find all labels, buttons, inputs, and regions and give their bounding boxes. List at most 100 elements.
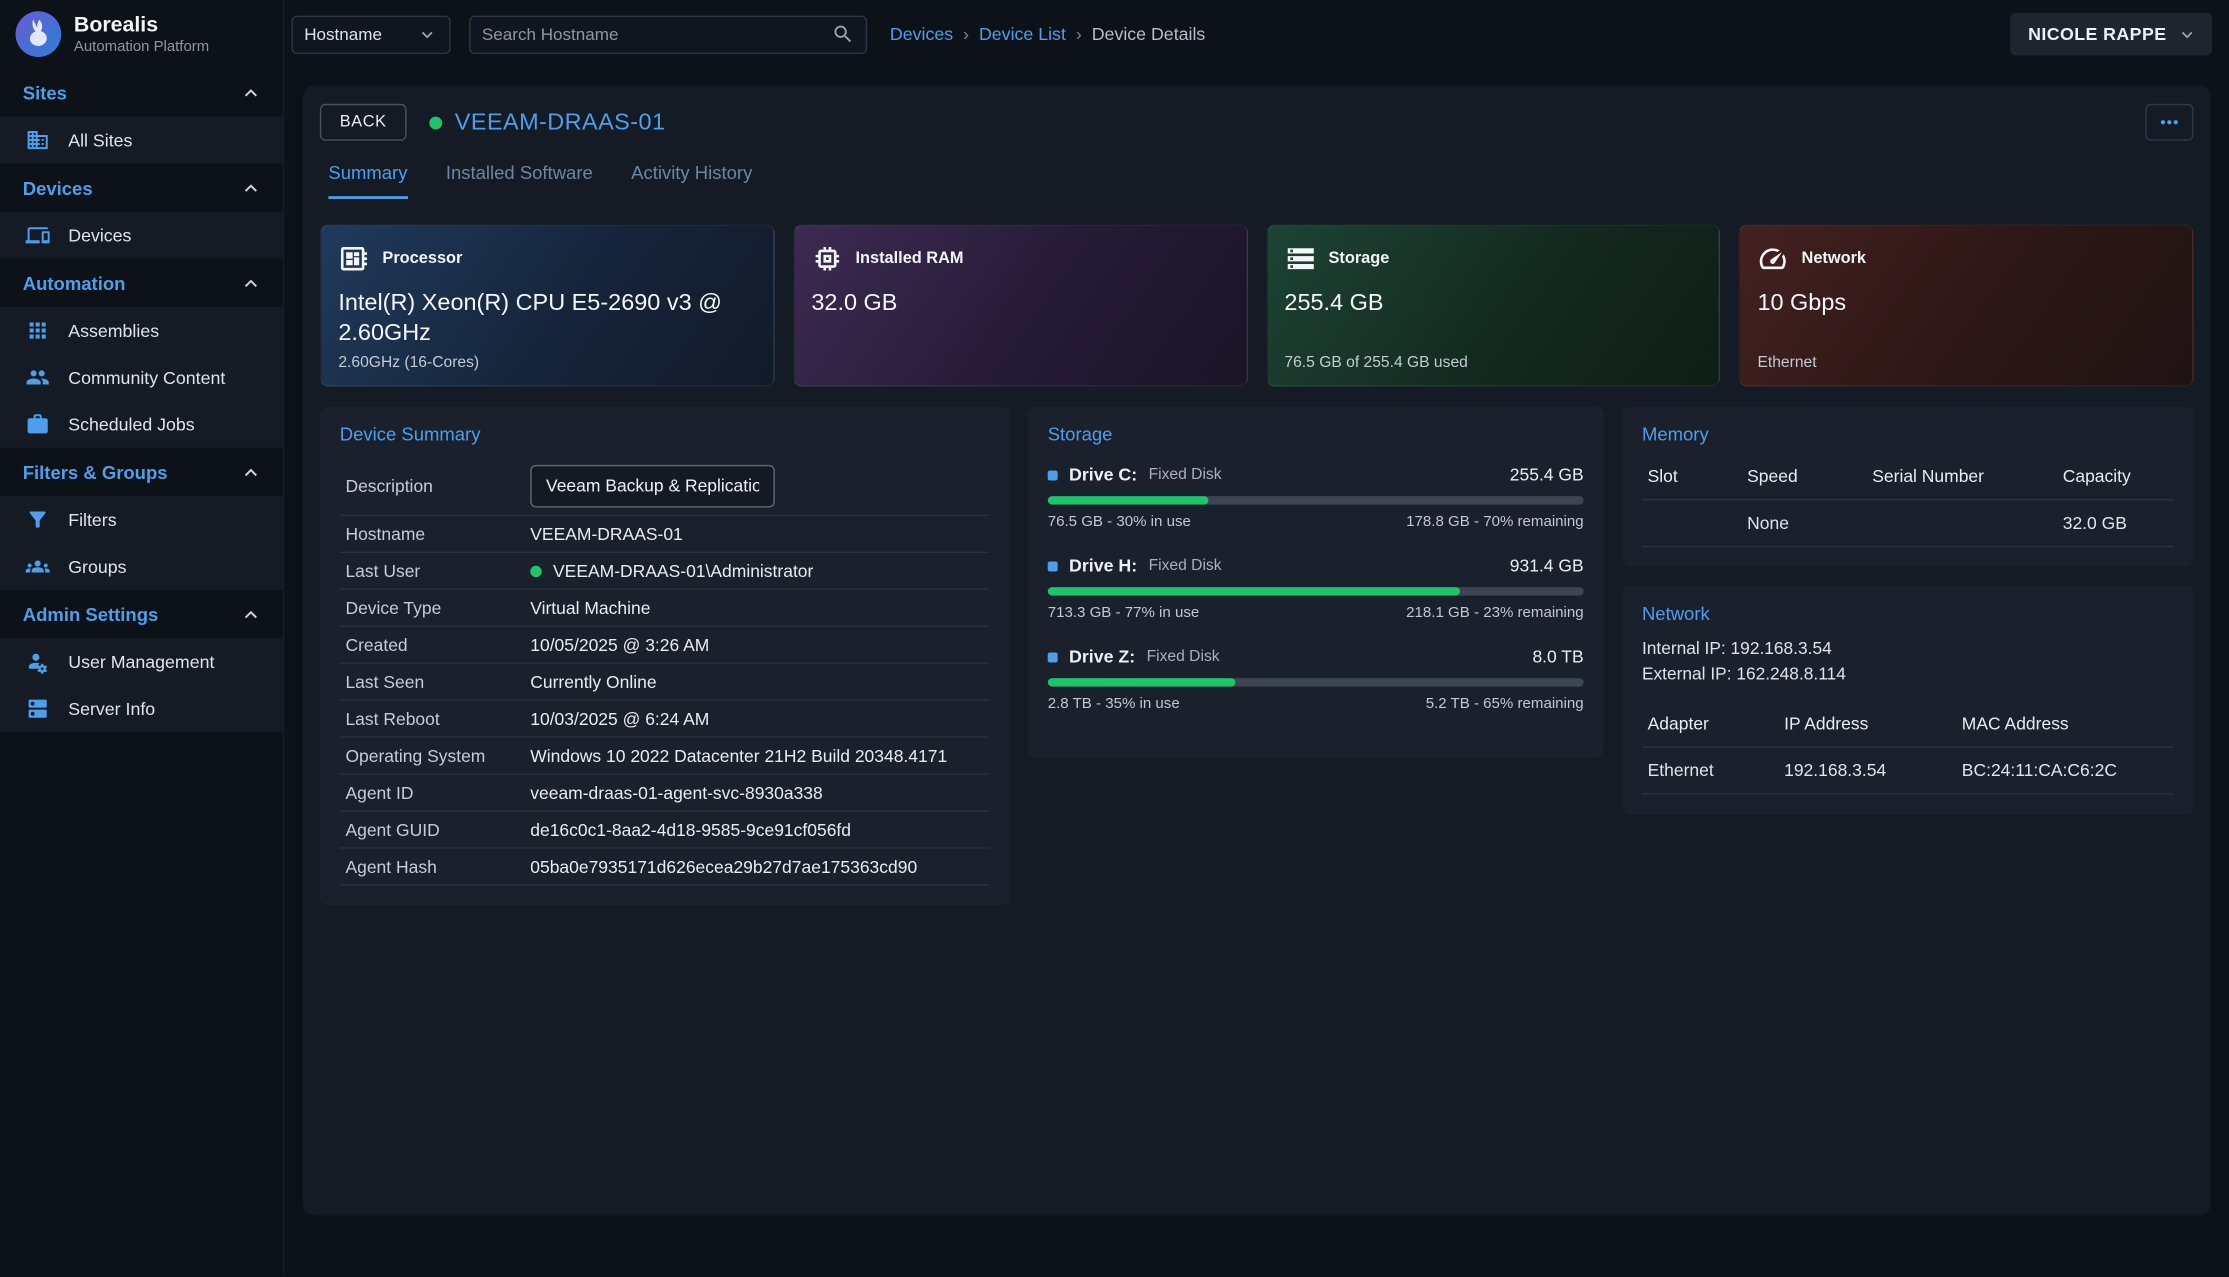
stat-card-head: Installed RAM — [811, 243, 1229, 274]
device-summary-value: Windows 10 2022 Datacenter 21H2 Build 20… — [530, 746, 947, 766]
borealis-logo-icon — [14, 10, 62, 58]
device-summary-row: Device TypeVirtual Machine — [340, 590, 990, 627]
sidebar-item-label: Devices — [68, 225, 131, 245]
table-cell: Ethernet — [1648, 761, 1784, 781]
sidebar-item-all-sites[interactable]: All Sites — [0, 117, 283, 164]
breadcrumb-devices[interactable]: Devices — [890, 24, 953, 44]
sidebar-section-label: Admin Settings — [23, 603, 239, 624]
stat-card-subtitle: Ethernet — [1757, 354, 1816, 371]
table-cell — [1648, 513, 1748, 533]
stat-card-installed-ram: Installed RAM 32.0 GB — [793, 225, 1248, 387]
stat-card-value: 32.0 GB — [811, 289, 1229, 318]
stat-card-value: Intel(R) Xeon(R) CPU E5-2690 v3 @ 2.60GH… — [338, 289, 756, 348]
storage-icon — [1284, 243, 1315, 274]
chevron-down-icon — [2176, 23, 2197, 44]
sidebar-item-label: Assemblies — [68, 321, 159, 341]
device-summary-table: DescriptionHostnameVEEAM-DRAAS-01Last Us… — [340, 456, 990, 885]
drive-usage-fill — [1048, 587, 1461, 596]
back-button[interactable]: BACK — [320, 104, 407, 141]
stat-card-storage: Storage255.4 GB76.5 GB of 255.4 GB used — [1266, 225, 1721, 387]
drive-name: Drive H: — [1069, 556, 1137, 576]
drive-head: Drive H:Fixed Disk931.4 GB — [1048, 556, 1584, 576]
devices-icon — [26, 223, 50, 247]
search-box — [469, 15, 867, 53]
device-summary-row: Last SeenCurrently Online — [340, 664, 990, 701]
stat-card-title: Processor — [382, 250, 462, 267]
column-header: IP Address — [1784, 714, 1962, 734]
stat-card-head: Processor — [338, 243, 756, 274]
device-summary-value: VEEAM-DRAAS-01\Administrator — [530, 561, 813, 581]
sidebar-item-user-management[interactable]: User Management — [0, 638, 283, 685]
drive-remaining: 178.8 GB - 70% remaining — [1406, 513, 1583, 530]
device-summary-row: Last Reboot10/03/2025 @ 6:24 AM — [340, 701, 990, 738]
sidebar-item-scheduled-jobs[interactable]: Scheduled Jobs — [0, 401, 283, 448]
sidebar: Borealis Automation Platform SitesAll Si… — [0, 0, 284, 1277]
stat-card-network: Network10 GbpsEthernet — [1739, 225, 2194, 387]
sidebar-section-filters-groups[interactable]: Filters & Groups — [0, 448, 283, 496]
table-cell: BC:24:11:CA:C6:2C — [1962, 761, 2168, 781]
table-cell: None — [1747, 513, 1872, 533]
sidebar-item-label: Server Info — [68, 699, 155, 719]
drive-head: Drive Z:Fixed Disk8.0 TB — [1048, 647, 1584, 667]
device-summary-label: Last User — [345, 561, 530, 581]
sidebar-item-assemblies[interactable]: Assemblies — [0, 307, 283, 354]
sidebar-item-label: Scheduled Jobs — [68, 414, 194, 434]
device-summary-value: Currently Online — [530, 672, 656, 692]
online-status-dot — [530, 565, 541, 576]
user-menu-button[interactable]: NICOLE RAPPE — [2010, 13, 2212, 56]
stat-card-subtitle: 76.5 GB of 255.4 GB used — [1284, 354, 1467, 371]
more-horizontal-icon — [2157, 109, 2183, 135]
chevron-up-icon — [239, 271, 263, 295]
sidebar-item-filters[interactable]: Filters — [0, 496, 283, 543]
drive-remaining: 5.2 TB - 65% remaining — [1426, 695, 1584, 712]
column-header: Speed — [1747, 466, 1872, 486]
table-cell — [1872, 513, 2062, 533]
drive-name: Drive Z: — [1069, 647, 1135, 667]
drive-remaining: 218.1 GB - 23% remaining — [1406, 604, 1583, 621]
chevron-up-icon — [239, 602, 263, 626]
device-summary-label: Last Seen — [345, 672, 530, 692]
brand-subtitle: Automation Platform — [74, 38, 209, 55]
tab-activity-history[interactable]: Activity History — [631, 162, 752, 199]
device-details-container: BACK VEEAM-DRAAS-01 Summary Installed Sof… — [303, 85, 2211, 1215]
sidebar-section-devices[interactable]: Devices — [0, 163, 283, 211]
network-table: AdapterIP AddressMAC AddressEthernet192.… — [1642, 701, 2174, 795]
drive-usage-fill — [1048, 496, 1209, 505]
device-summary-row: Last User VEEAM-DRAAS-01\Administrator — [340, 553, 990, 590]
breadcrumb-device-list[interactable]: Device List — [979, 24, 1066, 44]
user-management-icon — [26, 650, 50, 674]
tab-summary[interactable]: Summary — [328, 162, 407, 199]
page-title: VEEAM-DRAAS-01 — [455, 109, 666, 136]
sidebar-section-sites[interactable]: Sites — [0, 68, 283, 116]
device-summary-label: Hostname — [345, 524, 530, 544]
sites-icon — [26, 128, 50, 152]
device-summary-row: HostnameVEEAM-DRAAS-01 — [340, 516, 990, 553]
sidebar-item-label: Community Content — [68, 367, 225, 387]
hostname-filter-select[interactable]: Hostname — [291, 15, 450, 53]
device-summary-value-text: VEEAM-DRAAS-01\Administrator — [553, 561, 813, 581]
sidebar-item-server-info[interactable]: Server Info — [0, 685, 283, 732]
drive-bullet-icon — [1048, 561, 1058, 571]
sidebar-section-admin-settings[interactable]: Admin Settings — [0, 590, 283, 638]
column-header: Adapter — [1648, 714, 1784, 734]
internal-ip: Internal IP: 192.168.3.54 — [1642, 637, 2174, 662]
more-actions-button[interactable] — [2145, 104, 2193, 141]
chevron-up-icon — [239, 460, 263, 484]
drive-type: Fixed Disk — [1149, 557, 1222, 574]
jobs-icon — [26, 412, 50, 436]
drive-stats: 713.3 GB - 77% in use218.1 GB - 23% rema… — [1048, 604, 1584, 621]
drive-name: Drive C: — [1069, 465, 1137, 485]
description-input[interactable] — [530, 464, 775, 507]
device-summary-value: 10/05/2025 @ 3:26 AM — [530, 635, 709, 655]
tab-installed-software[interactable]: Installed Software — [446, 162, 593, 199]
main-content: BACK VEEAM-DRAAS-01 Summary Installed Sof… — [284, 68, 2229, 1276]
column-header: Serial Number — [1872, 466, 2062, 486]
device-summary-label: Last Reboot — [345, 709, 530, 729]
sidebar-item-community-content[interactable]: Community Content — [0, 354, 283, 401]
sidebar-section-automation[interactable]: Automation — [0, 259, 283, 307]
sidebar-item-devices[interactable]: Devices — [0, 212, 283, 259]
drive-usage-fill — [1048, 678, 1236, 687]
search-input[interactable] — [482, 24, 832, 44]
sidebar-item-groups[interactable]: Groups — [0, 543, 283, 590]
device-summary-label: Agent Hash — [345, 857, 530, 877]
